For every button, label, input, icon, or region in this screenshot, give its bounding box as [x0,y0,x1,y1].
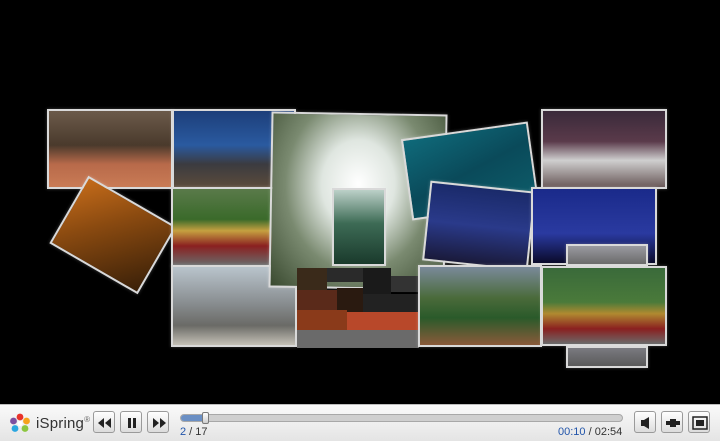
photo-temple-flags-2 [541,266,667,346]
ispring-logo: iSpring® [8,412,94,436]
photo-night-tower [422,180,536,272]
photo-street-statues [47,109,173,189]
brand-mark: ® [84,415,91,424]
playlist-button[interactable] [661,411,683,433]
volume-icon [641,417,649,429]
time-current: 00:10 [558,426,586,438]
time-separator: / [585,426,595,438]
photo-hillside-temple [418,265,542,347]
previous-button[interactable] [93,411,115,433]
fullscreen-button[interactable] [688,411,710,433]
next-button[interactable] [147,411,169,433]
next-icon [153,418,166,428]
photo-mountain-lake [332,188,386,266]
slide-total: 17 [195,426,208,438]
photo-monument-stone [541,109,667,189]
time-display: 00:10 / 02:54 [558,426,622,438]
slide-stage [0,0,720,404]
photo-partial-strip-bottom [566,346,648,368]
previous-icon [98,418,111,428]
player-control-bar: iSpring® 2 / 17 00:10 / 02:54 [0,404,720,441]
fullscreen-icon [692,416,708,430]
slide-separator: / [186,426,196,438]
playlist-icon [666,419,680,427]
progress-timeline[interactable] [180,412,623,424]
slide-counter: 2 / 17 [180,426,208,438]
volume-button[interactable] [634,411,656,433]
pause-icon [128,418,136,428]
brand-name: iSpring® [36,415,91,432]
ispring-flower-icon [10,413,30,432]
photo-transition-mosaic [297,268,419,348]
time-total: 02:54 [594,426,623,438]
pause-button[interactable] [120,411,142,433]
photo-partial-strip [566,244,648,266]
progress-handle[interactable] [201,412,209,424]
photo-interior-room [49,175,177,295]
